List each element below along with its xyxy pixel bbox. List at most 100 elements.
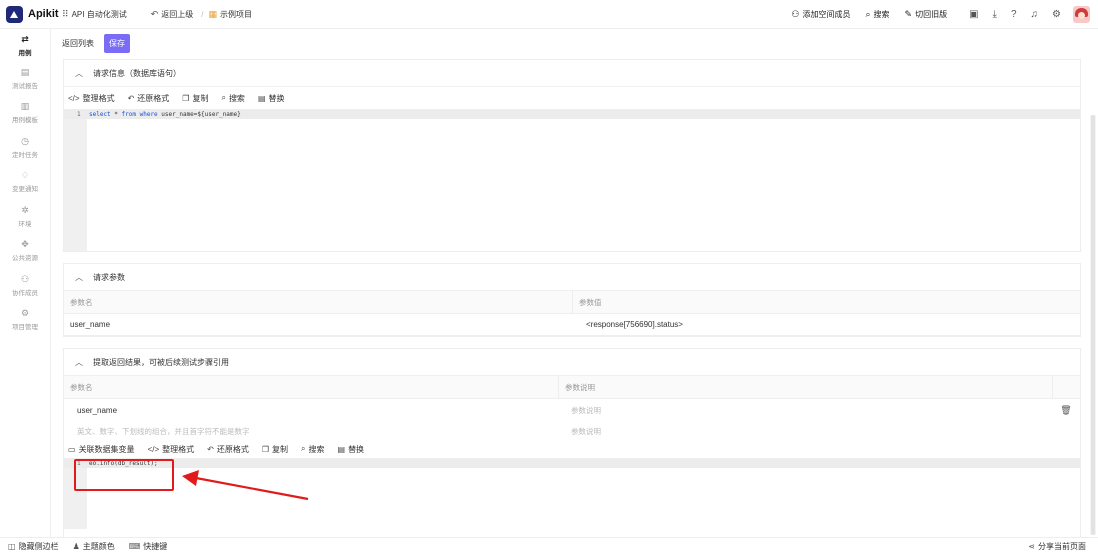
notification-icon[interactable]: ♫ [1031, 9, 1039, 20]
module-label: API 自动化测试 [71, 9, 127, 19]
new-desc-input[interactable]: 参数说明 [564, 426, 1052, 437]
theme-label: 主题颜色 [82, 541, 115, 551]
sidebar-item-notifications[interactable]: ♢ 变更通知 [0, 165, 50, 200]
extract-name-cell[interactable]: user_name [64, 406, 564, 415]
replace-button[interactable]: ▤ 替换 [338, 444, 365, 455]
request-info-header[interactable]: ︿ 请求信息（数据库语句） [64, 60, 1080, 87]
copy-button[interactable]: ❐ 复制 [262, 444, 288, 455]
gear-icon: ✲ [21, 204, 29, 215]
sidebar-item-scheduled[interactable]: ◷ 定时任务 [0, 130, 50, 165]
sidebar-item-label: 变更通知 [12, 186, 38, 194]
copy-button[interactable]: ❐ 复制 [182, 93, 208, 104]
extract-desc-cell[interactable]: 参数说明 [564, 405, 1052, 416]
restore-label: 还原格式 [216, 444, 249, 454]
editor-gutter [64, 110, 87, 251]
param-value-cell[interactable]: <response[756690].status> [572, 320, 1080, 329]
shortcuts-label: 快捷键 [143, 541, 168, 551]
new-name-input[interactable]: 英文、数字、下划线的组合，并且首字符不能是数字 [64, 426, 564, 437]
highlight-box [74, 459, 174, 491]
app-logo[interactable]: Apikit [0, 5, 62, 23]
replace-button[interactable]: ▤ 替换 [258, 93, 285, 104]
search-label: 搜索 [873, 10, 890, 19]
undo-icon: ↶ [150, 8, 159, 19]
back-to-list-link[interactable]: 返回列表 [62, 38, 94, 49]
format-button[interactable]: </> 整理格式 [148, 444, 195, 455]
restore-format-button[interactable]: ↶ 还原格式 [128, 93, 170, 104]
app-name: Apikit [28, 8, 59, 20]
keyboard-icon: ⌨ [128, 541, 141, 551]
pin-icon: ✎ [904, 9, 913, 19]
sidebar-item-label: 公共资源 [12, 255, 38, 263]
code-icon: </> [147, 444, 160, 454]
extract-title: 提取返回结果，可被后续测试步骤引用 [93, 357, 229, 367]
format-label: 整理格式 [162, 444, 195, 454]
sidebar-item-environment[interactable]: ✲ 环境 [0, 199, 50, 234]
page-toolbar: 返回列表 保存 [52, 29, 1098, 58]
back-button[interactable]: ↶ 返回上级 [151, 9, 194, 20]
hide-sidebar-button[interactable]: ◫ 隐藏侧边栏 [8, 541, 59, 552]
col-param-desc: 参数说明 [558, 376, 1052, 398]
timer-icon: ◷ [21, 135, 29, 146]
search-icon: ⌕ [221, 93, 226, 102]
request-info-panel: ︿ 请求信息（数据库语句） </> 整理格式 ↶ 还原格式 ❐ 复制 ⌕ 搜索 ▤ 替换 … [63, 59, 1081, 252]
sidebar-item-templates[interactable]: ▥ 用例模板 [0, 96, 50, 131]
copy-icon: ❐ [261, 444, 270, 454]
sidebar-item-reports[interactable]: ▤ 测试报告 [0, 61, 50, 96]
avatar[interactable] [1073, 6, 1090, 23]
replace-icon: ▤ [337, 444, 346, 454]
restore-format-button[interactable]: ↶ 还原格式 [207, 444, 249, 455]
puzzle-icon: ✥ [21, 239, 29, 250]
add-member-label: 添加空间成员 [802, 10, 851, 19]
col-param-name: 参数名 [70, 297, 93, 307]
theme-color-button[interactable]: ♟ 主题颜色 [73, 541, 115, 552]
sql-keyword-where: where [139, 111, 158, 118]
script-editor[interactable]: 1 eo.info(db_result); [64, 458, 1080, 529]
help-icon[interactable]: ? [1011, 9, 1017, 20]
chevron-up-icon: ︿ [75, 357, 83, 367]
extract-header[interactable]: ︿ 提取返回结果，可被后续测试步骤引用 [64, 349, 1080, 376]
back-label: 返回上级 [161, 9, 194, 19]
breadcrumb-separator: / [201, 9, 204, 19]
search-code-label: 搜索 [228, 93, 245, 103]
table-row: user_name 参数说明 🗑 [64, 399, 1080, 421]
project-icon: ▦ [208, 8, 218, 19]
share-page-button[interactable]: ⋖ 分享当前页面 [1028, 538, 1086, 554]
scrollbar-thumb[interactable] [1091, 115, 1095, 535]
copy-label: 复制 [272, 444, 289, 454]
sidebar-item-members[interactable]: ⚇ 协作成员 [0, 268, 50, 303]
sidebar-item-cases[interactable]: ⇄ 用例 [0, 29, 50, 61]
trash-icon[interactable]: 🗑 [1052, 405, 1080, 416]
format-label: 整理格式 [82, 93, 115, 103]
download-icon[interactable]: ⤓ [993, 9, 997, 20]
sidebar-item-label: 项目管理 [12, 324, 38, 332]
sidebar-item-resources[interactable]: ✥ 公共资源 [0, 234, 50, 269]
format-button[interactable]: </> 整理格式 [68, 93, 115, 104]
add-member-button[interactable]: ⚇ 添加空间成员 [791, 9, 850, 20]
logo-icon [6, 5, 23, 23]
search-icon: ⌕ [301, 444, 306, 453]
dataset-variable-button[interactable]: ▭ 关联数据集变量 [68, 444, 135, 455]
shortcuts-button[interactable]: ⌨ 快捷键 [129, 541, 168, 552]
save-button[interactable]: 保存 [104, 34, 130, 53]
calendar-icon[interactable]: ▣ [969, 9, 978, 20]
switch-old-version-button[interactable]: ✎ 切回旧版 [905, 9, 948, 20]
sql-editor[interactable]: 1 select * from where user_name=${user_n… [64, 109, 1080, 251]
settings-icon[interactable]: ⚙ [1052, 9, 1061, 20]
copy-label: 复制 [192, 93, 209, 103]
request-params-header[interactable]: ︿ 请求参数 [64, 264, 1080, 291]
sidebar-item-project-settings[interactable]: ⚙ 项目管理 [0, 303, 50, 338]
add-user-icon: ⚇ [791, 9, 800, 19]
sidebar-icon: ◫ [8, 541, 16, 551]
table-row: user_name <response[756690].status> [64, 314, 1080, 336]
search-code-button[interactable]: ⌕ 搜索 [221, 93, 244, 104]
project-breadcrumb[interactable]: ▦ 示例项目 [209, 9, 253, 20]
search-button[interactable]: ⌕ 搜索 [866, 9, 890, 20]
chevron-up-icon: ︿ [75, 272, 83, 282]
replace-icon: ▤ [257, 93, 266, 103]
param-name-cell[interactable]: user_name [64, 320, 572, 329]
page-scrollbar[interactable] [1090, 115, 1096, 535]
code-icon: </> [68, 93, 80, 103]
col-param-value: 参数值 [572, 291, 1080, 313]
search-code-button[interactable]: ⌕ 搜索 [301, 444, 324, 455]
module-switcher[interactable]: ⠿ API 自动化测试 [62, 9, 127, 20]
